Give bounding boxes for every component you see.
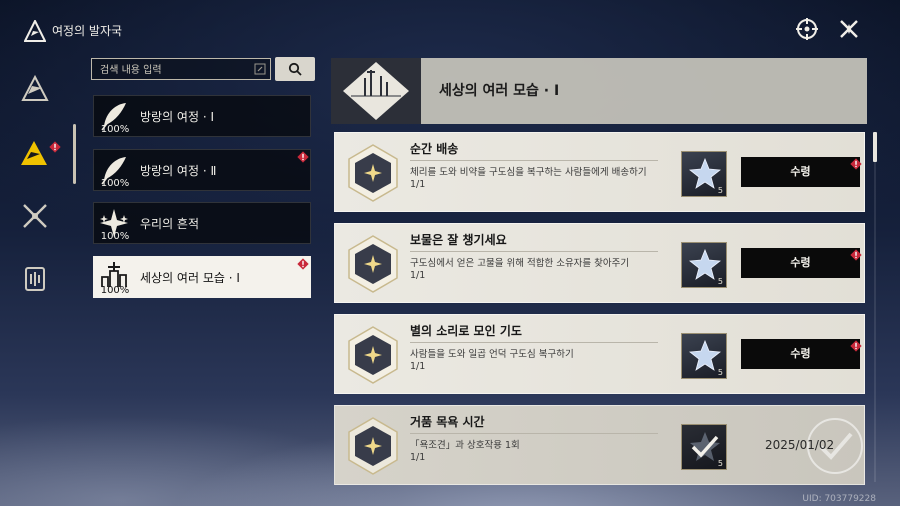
category-label: 방랑의 여정 · Ⅰ: [140, 110, 214, 124]
alert-icon: [850, 340, 862, 352]
quest-panel-header: 세상의 여러 모습 · Ⅰ: [331, 58, 867, 124]
quest-card: 순간 배송 체리를 도와 비약을 구도심을 복구하는 사람들에게 배송하기 1/…: [334, 132, 865, 212]
completed-date: 2025/01/02: [765, 438, 835, 452]
alert-icon: [297, 151, 309, 163]
compass-icon[interactable]: [20, 74, 50, 104]
reward-item-claimed: 5: [681, 424, 727, 470]
quest-title: 거품 목욕 시간: [410, 415, 485, 429]
claim-button[interactable]: 수령: [741, 157, 860, 187]
city-emblem-icon: [331, 58, 421, 124]
category-item[interactable]: 100% 우리의 흔적: [93, 202, 311, 244]
quest-description: 구도심에서 얻은 고물을 위해 적합한 소유자를 찾아주기: [410, 258, 630, 269]
rail-active-indicator: [73, 124, 76, 184]
search-icon: [288, 62, 302, 76]
checkmark-icon: [691, 435, 719, 458]
archive-icon[interactable]: [20, 264, 50, 294]
reward-count: 5: [717, 368, 723, 377]
close-icon[interactable]: [836, 16, 862, 42]
divider: [410, 342, 658, 343]
search-field[interactable]: [91, 58, 271, 80]
scrollbar-thumb[interactable]: [873, 132, 877, 162]
reward-item[interactable]: 5: [681, 242, 727, 288]
claim-button[interactable]: 수령: [741, 248, 860, 278]
uid-label: UID: 703779228: [802, 494, 876, 504]
reward-count: 5: [717, 186, 723, 195]
reward-item[interactable]: 5: [681, 333, 727, 379]
quest-description: 사람들을 도와 일곱 언덕 구도심 복구하기: [410, 349, 574, 360]
category-progress: 100%: [100, 124, 130, 135]
quest-star-icon: [348, 235, 398, 293]
category-item[interactable]: 100% 방랑의 여정 · Ⅰ: [93, 95, 311, 137]
quest-card: 별의 소리로 모인 기도 사람들을 도와 일곱 언덕 구도심 복구하기 1/1 …: [334, 314, 865, 394]
crossed-swords-icon[interactable]: [20, 201, 50, 231]
quest-title: 보물은 잘 챙기세요: [410, 233, 507, 247]
alert-icon: [49, 141, 61, 153]
alert-icon: [297, 258, 309, 270]
alert-icon: [850, 158, 862, 170]
reward-item[interactable]: 5: [681, 151, 727, 197]
category-progress: 100%: [100, 285, 130, 296]
quest-star-icon: [348, 417, 398, 475]
crystal-star-icon: [689, 340, 721, 371]
target-icon[interactable]: [794, 16, 820, 42]
page-title: 여정의 발자국: [52, 24, 123, 38]
quest-progress: 1/1: [410, 452, 426, 463]
divider: [410, 251, 658, 252]
divider: [410, 160, 658, 161]
claim-button[interactable]: 수령: [741, 339, 860, 369]
quest-progress: 1/1: [410, 270, 426, 281]
alert-icon: [850, 249, 862, 261]
quest-card-completed: 거품 목욕 시간 「욕조견」과 상호작용 1회 1/1 5 2025/01/02: [334, 405, 865, 485]
category-label: 세상의 여러 모습 · Ⅰ: [140, 271, 240, 285]
quest-star-icon: [348, 326, 398, 384]
panel-title: 세상의 여러 모습 · Ⅰ: [439, 83, 560, 99]
category-label: 우리의 흔적: [140, 217, 200, 231]
category-item[interactable]: 100% 방랑의 여정 · Ⅱ: [93, 149, 311, 191]
quest-description: 「욕조견」과 상호작용 1회: [410, 440, 520, 451]
category-progress: 100%: [100, 178, 130, 189]
crystal-star-icon: [689, 158, 721, 189]
search-button[interactable]: [275, 57, 315, 81]
reward-count: 5: [717, 459, 723, 468]
quest-progress: 1/1: [410, 179, 426, 190]
crystal-star-icon: [689, 249, 721, 280]
category-label: 방랑의 여정 · Ⅱ: [140, 164, 217, 178]
app-logo-icon: [24, 20, 46, 42]
quest-card: 보물은 잘 챙기세요 구도심에서 얻은 고물을 위해 적합한 소유자를 찾아주기…: [334, 223, 865, 303]
reward-count: 5: [717, 277, 723, 286]
quest-progress: 1/1: [410, 361, 426, 372]
category-item-selected[interactable]: 100% 세상의 여러 모습 · Ⅰ: [93, 256, 311, 298]
quest-title: 별의 소리로 모인 기도: [410, 324, 522, 338]
quest-star-icon: [348, 144, 398, 202]
journey-icon[interactable]: [20, 138, 50, 168]
search-input[interactable]: [98, 61, 252, 79]
quest-title: 순간 배송: [410, 142, 459, 156]
edit-icon: [254, 63, 266, 75]
category-progress: 100%: [100, 231, 130, 242]
divider: [410, 433, 658, 434]
quest-description: 체리를 도와 비약을 구도심을 복구하는 사람들에게 배송하기: [410, 167, 647, 178]
scrollbar-track[interactable]: [874, 132, 876, 482]
